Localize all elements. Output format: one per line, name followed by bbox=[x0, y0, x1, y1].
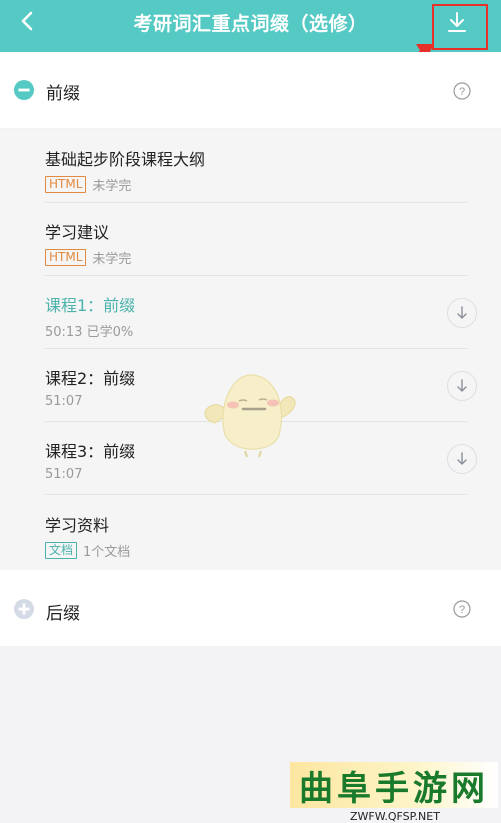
list-item[interactable]: 学习资料 文档 1个文档 bbox=[0, 496, 501, 569]
lesson-status: 未学完 bbox=[92, 252, 132, 267]
list-item[interactable]: 课程1：前缀 50:13 已学0% bbox=[0, 276, 501, 349]
lesson-title: 学习建议 bbox=[45, 223, 110, 242]
html-tag: HTML bbox=[45, 176, 87, 193]
lesson-title: 学习资料 bbox=[45, 516, 110, 535]
download-arrow-icon bbox=[457, 306, 467, 319]
lesson-meta: 50:13 已学0% bbox=[45, 325, 134, 340]
lesson-meta-row: 文档 1个文档 bbox=[45, 541, 130, 560]
document-tag: 文档 bbox=[45, 542, 78, 559]
download-lesson-button[interactable] bbox=[447, 444, 477, 474]
loading-mascot-icon bbox=[204, 374, 296, 458]
download-lesson-button[interactable] bbox=[447, 371, 477, 401]
back-button[interactable] bbox=[14, 8, 42, 36]
download-arrow-icon bbox=[457, 379, 467, 392]
lesson-meta: 51:07 bbox=[45, 394, 83, 409]
section-label: 后缀 bbox=[46, 604, 80, 624]
lesson-meta-row: HTML 未学完 bbox=[45, 175, 131, 194]
lesson-title: 课程1：前缀 bbox=[45, 296, 136, 315]
lesson-status: 1个文档 bbox=[83, 545, 131, 560]
watermark-url: ZWFW.QFSP.NET bbox=[350, 810, 440, 823]
minus-circle-icon bbox=[14, 80, 34, 100]
help-icon[interactable]: ? bbox=[453, 600, 471, 618]
lesson-title: 基础起步阶段课程大纲 bbox=[45, 150, 206, 169]
divider bbox=[45, 494, 467, 495]
plus-circle-icon bbox=[14, 599, 34, 619]
lesson-title: 课程2：前缀 bbox=[45, 369, 136, 388]
svg-text:?: ? bbox=[459, 86, 465, 98]
lesson-list: 基础起步阶段课程大纲 HTML 未学完 学习建议 HTML 未学完 课程1：前缀… bbox=[0, 130, 501, 570]
annotation-highlight-box bbox=[432, 4, 488, 50]
lesson-meta: 51:07 bbox=[45, 467, 83, 482]
section-label: 前缀 bbox=[46, 84, 80, 104]
lesson-status: 未学完 bbox=[92, 179, 132, 194]
chevron-left-icon bbox=[21, 11, 33, 31]
svg-text:?: ? bbox=[459, 604, 465, 616]
lesson-meta-row: HTML 未学完 bbox=[45, 248, 131, 267]
section-suffix[interactable]: 后缀 ? bbox=[0, 570, 501, 646]
help-icon[interactable]: ? bbox=[453, 82, 471, 100]
list-item[interactable]: 基础起步阶段课程大纲 HTML 未学完 bbox=[0, 130, 501, 203]
lesson-title: 课程3：前缀 bbox=[45, 442, 136, 461]
download-lesson-button[interactable] bbox=[447, 298, 477, 328]
list-item[interactable]: 学习建议 HTML 未学完 bbox=[0, 203, 501, 276]
watermark-logo: 曲阜手游网 bbox=[290, 762, 498, 809]
html-tag: HTML bbox=[45, 249, 87, 266]
section-prefix[interactable]: 前缀 ? bbox=[0, 52, 501, 128]
download-arrow-icon bbox=[457, 452, 467, 465]
watermark-logo-text: 曲阜手游网 bbox=[299, 768, 489, 809]
